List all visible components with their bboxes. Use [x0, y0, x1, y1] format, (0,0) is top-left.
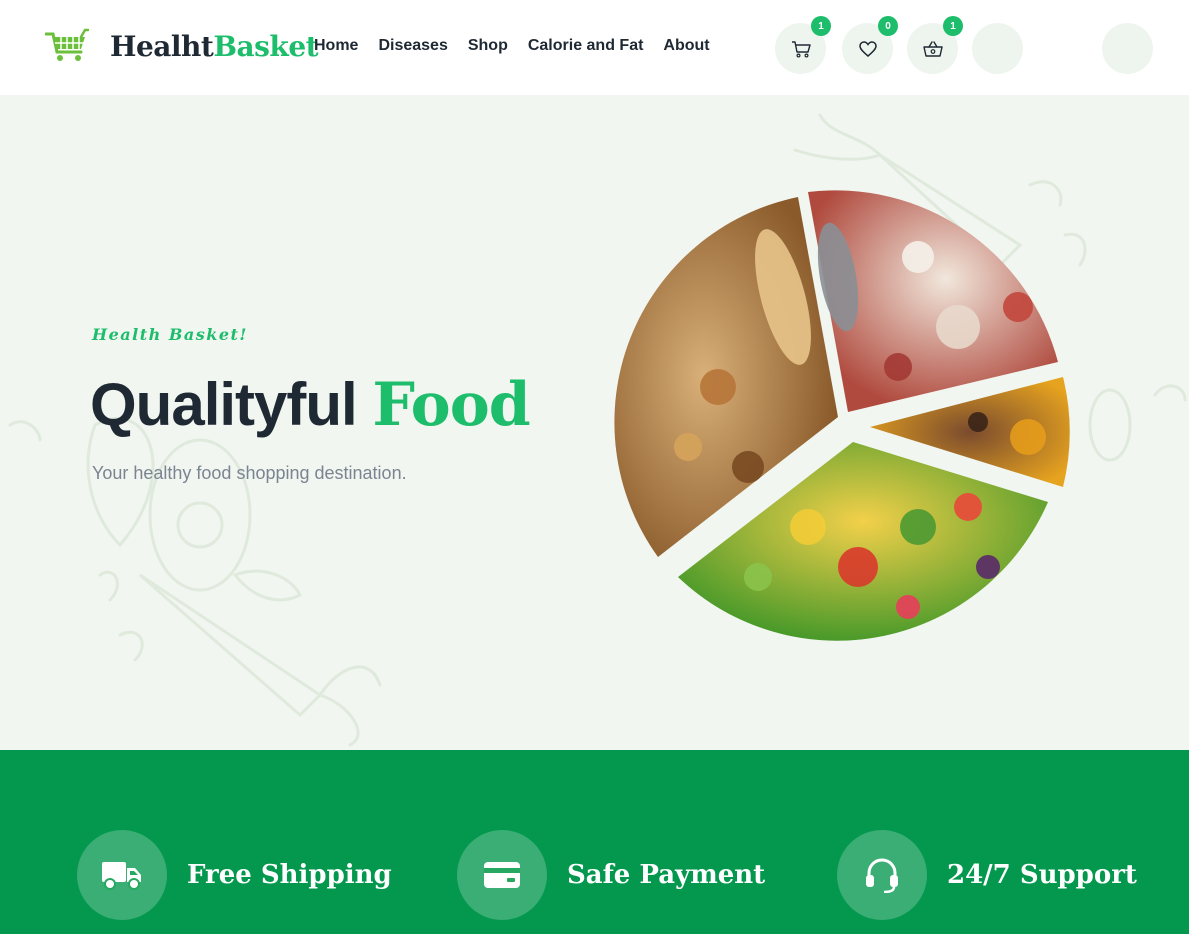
nav-diseases[interactable]: Diseases: [378, 37, 447, 55]
feature-safe-payment: Safe Payment: [457, 830, 765, 920]
basket-icon: [922, 40, 943, 57]
credit-card-icon-wrapper: [457, 830, 547, 920]
shopping-cart-logo-icon: [45, 28, 89, 61]
cart-button[interactable]: 1: [775, 16, 831, 74]
brand-name: HealhtBasket: [110, 30, 319, 63]
truck-icon: [102, 862, 141, 890]
feature-label: Safe Payment: [567, 860, 766, 890]
wishlist-count-badge: 0: [878, 16, 898, 36]
brand-name-part1: Healht: [110, 30, 214, 63]
basket-count-badge: 1: [943, 16, 963, 36]
hero-headline-dark: Qualityful: [90, 371, 358, 438]
cart-icon: [791, 40, 811, 58]
headset-icon: [866, 858, 898, 893]
brand-name-part2: Basket: [213, 30, 319, 63]
features-bar: Free Shipping Safe Payment 24/7 Support: [0, 750, 1189, 934]
food-groups-plate-image: [614, 190, 1070, 641]
nav-home[interactable]: Home: [314, 37, 358, 55]
feature-support: 24/7 Support: [837, 830, 1137, 920]
truck-icon-wrapper: [77, 830, 167, 920]
hero-headline: Qualityful Food: [90, 370, 531, 440]
main-nav: Home Diseases Shop Calorie and Fat About: [314, 37, 730, 55]
header-empty-button[interactable]: [972, 23, 1023, 74]
user-avatar-button[interactable]: [1102, 23, 1153, 74]
heart-icon: [858, 40, 877, 57]
hero-section: Health Basket! Qualityful Food Your heal…: [0, 95, 1189, 750]
hero-subtitle: Your healthy food shopping destination.: [92, 463, 407, 483]
basket-button[interactable]: 1: [907, 16, 963, 74]
cart-count-badge: 1: [811, 16, 831, 36]
hero-headline-green: Food: [372, 370, 530, 440]
headset-icon-wrapper: [837, 830, 927, 920]
feature-label: Free Shipping: [187, 860, 392, 890]
wishlist-button[interactable]: 0: [842, 16, 898, 74]
nav-about[interactable]: About: [663, 37, 709, 55]
site-header: HealhtBasket Home Diseases Shop Calorie …: [0, 0, 1189, 95]
hero-eyebrow: Health Basket!: [92, 325, 248, 344]
feature-label: 24/7 Support: [947, 860, 1137, 890]
nav-shop[interactable]: Shop: [468, 37, 508, 55]
brand-logo[interactable]: HealhtBasket: [45, 28, 319, 64]
feature-free-shipping: Free Shipping: [77, 830, 392, 920]
nav-calorie-and-fat[interactable]: Calorie and Fat: [528, 37, 644, 55]
credit-card-icon: [484, 862, 520, 888]
